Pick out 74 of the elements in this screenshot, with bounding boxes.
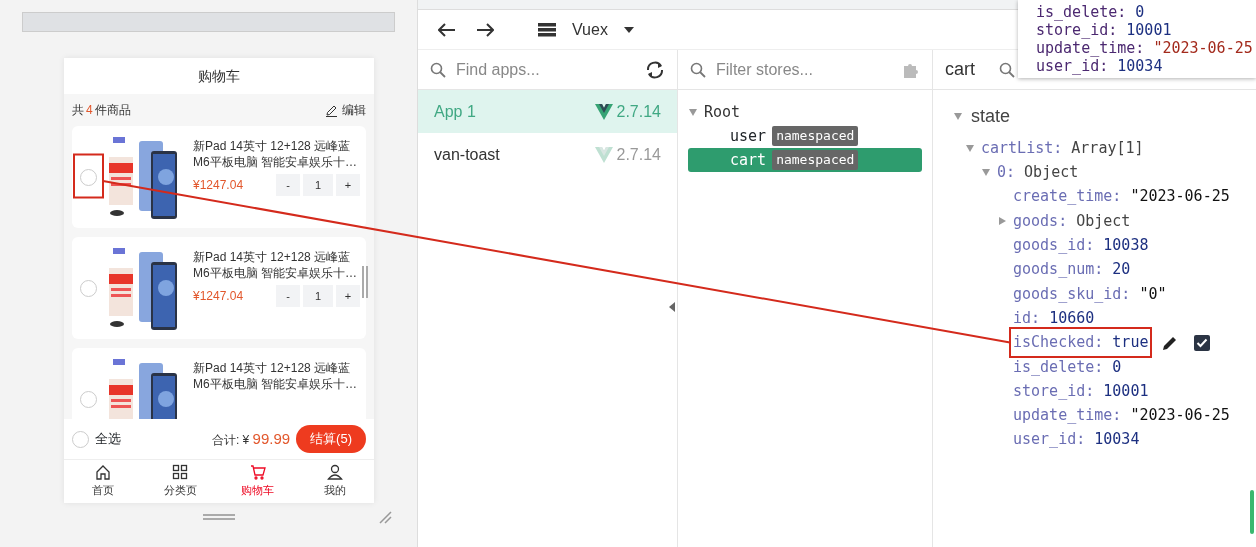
state-entry[interactable]: cartList: Array[1] bbox=[981, 136, 1144, 160]
state-entry[interactable]: goods: Object bbox=[1013, 209, 1131, 233]
app-item[interactable]: van-toast 2.7.14 bbox=[418, 133, 677, 176]
highlight-box bbox=[73, 153, 104, 199]
edit-link[interactable]: 编辑 bbox=[342, 101, 366, 119]
store-item[interactable]: user namespaced bbox=[688, 124, 922, 148]
resize-handle[interactable] bbox=[203, 514, 235, 520]
section-title[interactable]: state bbox=[971, 102, 1011, 130]
state-entry[interactable]: update_time: "2023-06-25 bbox=[1013, 404, 1230, 427]
product-title: 新Pad 14英寸 12+128 远峰蓝 M6平板电脑 智能安卓娱乐十… bbox=[193, 249, 358, 282]
product-price: ¥1247.04 bbox=[193, 177, 244, 194]
quantity-field[interactable]: 1 bbox=[303, 174, 333, 196]
scrollbar-thumb[interactable] bbox=[1250, 490, 1254, 534]
checkout-button[interactable]: 结算(5) bbox=[296, 425, 366, 453]
quantity-field[interactable]: 1 bbox=[303, 285, 333, 307]
search-icon bbox=[430, 61, 446, 78]
grid-icon[interactable] bbox=[172, 464, 189, 481]
forward-icon[interactable] bbox=[476, 22, 494, 37]
increment-button[interactable]: + bbox=[336, 174, 360, 196]
logo-icon bbox=[594, 103, 613, 120]
product-title: 新Pad 14英寸 12+128 远峰蓝 M6平板电脑 智能安卓娱乐十… bbox=[193, 138, 358, 171]
product-title: 新Pad 14英寸 12+128 远峰蓝 M6平板电脑 智能安卓娱乐十… bbox=[193, 360, 358, 393]
select-all-label[interactable]: 全选 bbox=[95, 429, 121, 449]
store-title: cart bbox=[945, 58, 975, 81]
expanded-icon[interactable] bbox=[954, 112, 962, 120]
find-apps-field[interactable]: Find apps... bbox=[454, 56, 637, 83]
checkbox[interactable] bbox=[80, 390, 97, 408]
tab-item[interactable]: 购物车 bbox=[219, 460, 297, 503]
tab-item[interactable]: 分类页 bbox=[141, 460, 219, 503]
tab-item[interactable]: 我的 bbox=[296, 460, 374, 503]
checkbox[interactable] bbox=[80, 279, 97, 297]
inspector-dropdown[interactable]: Vuex bbox=[572, 17, 608, 42]
resize-handle[interactable] bbox=[362, 266, 368, 298]
total-amount: 合计: ¥ 99.99 bbox=[211, 428, 291, 449]
page-title: 购物车 bbox=[197, 66, 241, 86]
expanded-icon[interactable] bbox=[689, 108, 697, 116]
expanded-icon[interactable] bbox=[982, 168, 990, 176]
product-price: ¥1247.04 bbox=[193, 288, 244, 305]
home-icon[interactable] bbox=[94, 464, 111, 481]
checkbox-icon[interactable] bbox=[1194, 334, 1211, 351]
caret-icon[interactable] bbox=[623, 26, 634, 33]
decrement-button[interactable]: - bbox=[276, 174, 300, 196]
checkbox[interactable] bbox=[80, 168, 97, 186]
state-entry[interactable]: 0: Object bbox=[997, 161, 1079, 184]
state-entry[interactable]: store_id: 10001 bbox=[1013, 379, 1149, 403]
expanded-icon[interactable] bbox=[966, 144, 974, 152]
filter-stores-field[interactable]: Filter stores... bbox=[714, 56, 894, 83]
resize-grip-icon[interactable] bbox=[378, 510, 392, 524]
state-entry[interactable]: goods_sku_id: "0" bbox=[1013, 282, 1167, 306]
collapsed-icon[interactable] bbox=[998, 217, 1006, 226]
user-icon[interactable] bbox=[327, 464, 344, 481]
logo-icon bbox=[594, 146, 613, 163]
decrement-button[interactable]: - bbox=[276, 285, 300, 307]
search-icon bbox=[690, 61, 706, 78]
back-icon[interactable] bbox=[438, 22, 456, 37]
state-entry[interactable]: id: 10660 bbox=[1013, 306, 1095, 330]
menu-icon[interactable] bbox=[538, 22, 556, 37]
edit-icon[interactable] bbox=[325, 103, 338, 117]
state-entry[interactable]: goods_id: 10038 bbox=[1013, 234, 1149, 257]
search-icon[interactable] bbox=[999, 61, 1015, 78]
increment-button[interactable]: + bbox=[336, 285, 360, 307]
cart-icon[interactable] bbox=[249, 464, 266, 481]
tree-item[interactable]: Root bbox=[704, 100, 741, 124]
state-entry[interactable]: goods_num: 20 bbox=[1013, 258, 1131, 281]
edit-icon[interactable] bbox=[1162, 334, 1179, 351]
tab-item[interactable]: 首页 bbox=[64, 460, 142, 503]
select-all-checkbox[interactable] bbox=[72, 430, 89, 448]
item-count: 共 4 件商品 bbox=[72, 102, 131, 119]
store-item[interactable]: cart namespaced bbox=[688, 148, 922, 172]
refresh-icon[interactable] bbox=[645, 60, 665, 79]
state-entry[interactable]: create_time: "2023-06-25 bbox=[1013, 185, 1230, 208]
collapse-icon[interactable] bbox=[669, 302, 675, 312]
state-entry[interactable]: is_delete: 0 bbox=[1013, 355, 1122, 379]
state-entry[interactable]: user_id: 10034 bbox=[1013, 428, 1140, 451]
